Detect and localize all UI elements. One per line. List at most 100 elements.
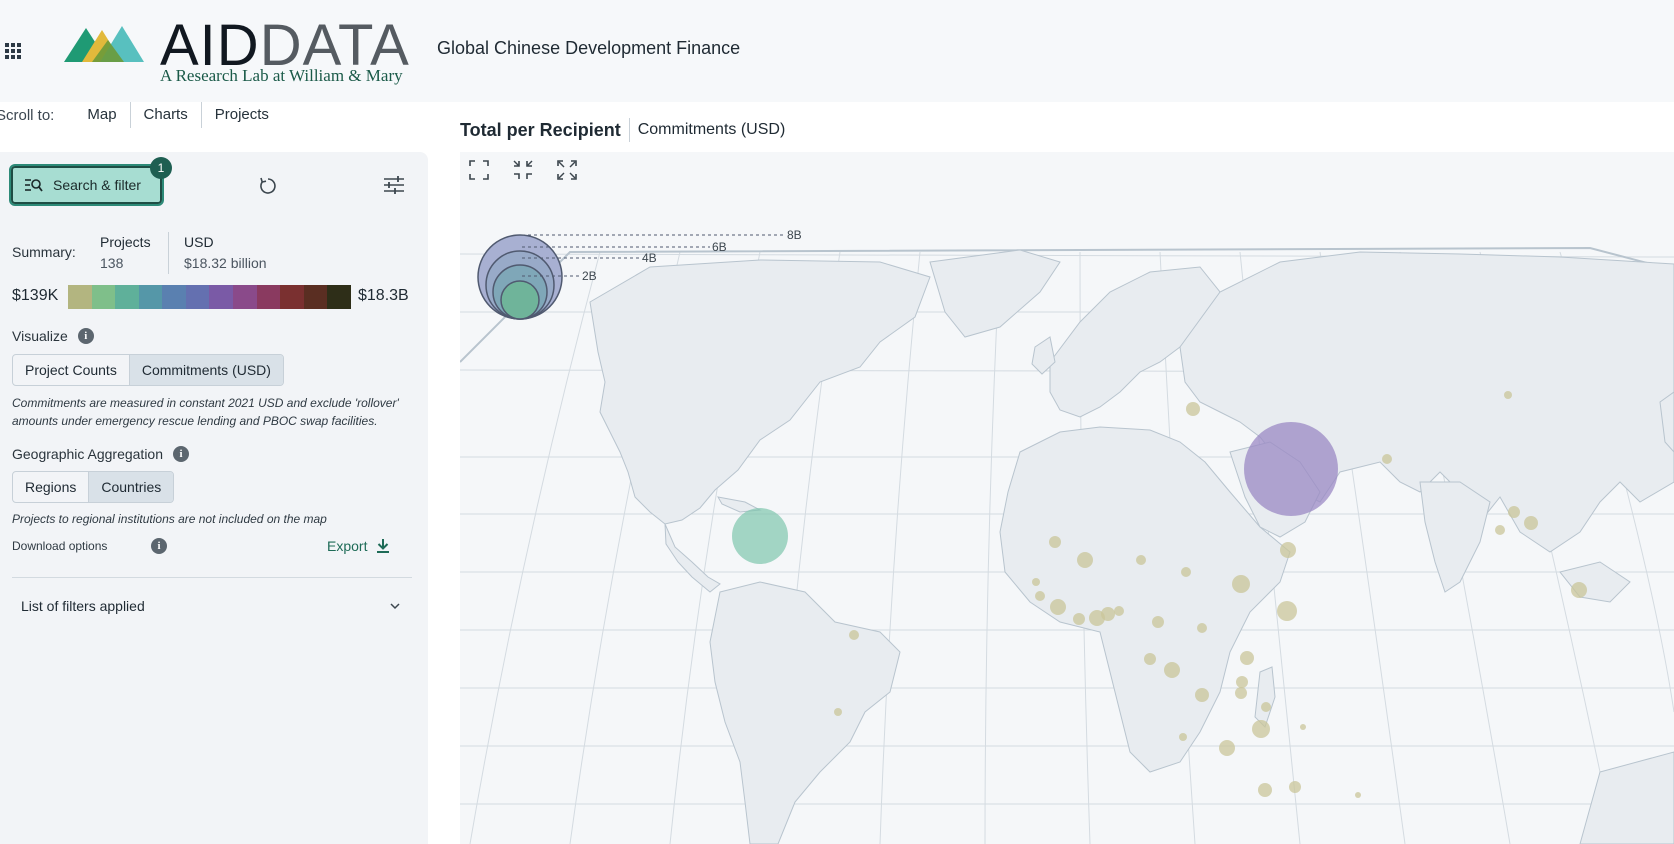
country-bubble[interactable] [1032,578,1040,586]
chevron-down-icon [390,603,400,610]
country-bubble[interactable] [1181,567,1191,577]
country-bubble[interactable] [1258,783,1272,797]
usd-header: USD [184,234,214,250]
scale-swatch [162,285,186,309]
country-bubble[interactable] [1280,542,1296,558]
country-bubble[interactable] [1244,422,1338,516]
legend-circle-2b [500,280,540,320]
info-icon[interactable]: i [173,446,189,462]
info-icon[interactable]: i [151,538,167,554]
scale-swatch [256,285,281,309]
search-filter-button[interactable]: Search & filter [9,164,164,206]
scale-swatch [327,285,351,309]
visualize-label-text: Visualize [12,328,68,344]
world-map[interactable]: 8B 6B 4B 2B [460,152,1674,844]
scale-swatch [91,285,116,309]
country-bubble[interactable] [1049,536,1061,548]
country-bubble[interactable] [1219,740,1235,756]
color-scale-legend [68,285,351,309]
countries-option[interactable]: Countries [88,472,174,502]
country-bubble[interactable] [1186,402,1200,416]
legend-label-6b: 6B [712,240,727,254]
scroll-link-projects[interactable]: Projects [202,102,282,128]
country-bubble[interactable] [1050,599,1066,615]
country-bubble[interactable] [1179,733,1187,741]
country-bubble[interactable] [1073,613,1085,625]
map-canvas[interactable]: 8B 6B 4B 2B [460,152,1674,844]
country-bubble[interactable] [1144,653,1156,665]
country-bubble[interactable] [1524,516,1538,530]
country-bubble[interactable] [1508,506,1520,518]
country-bubble[interactable] [1382,454,1392,464]
country-bubble[interactable] [1504,391,1512,399]
country-bubble[interactable] [1195,688,1209,702]
country-bubble[interactable] [1289,781,1301,793]
app-title: Global Chinese Development Finance [437,38,741,58]
download-icon [377,539,390,553]
scale-swatch [68,285,92,309]
country-bubble[interactable] [1252,720,1270,738]
scroll-to-nav: Scroll to: Map Charts Projects [0,102,282,128]
country-bubble[interactable] [834,708,842,716]
map-metric: Commitments (USD) [628,118,785,142]
country-bubble[interactable] [1235,687,1247,699]
settings-sliders-icon[interactable] [384,176,404,194]
country-bubble[interactable] [1101,607,1115,621]
land-madagascar [1254,666,1276,728]
country-bubble[interactable] [1232,575,1250,593]
country-bubble[interactable] [849,630,859,640]
export-button[interactable]: Export [327,538,390,554]
scale-swatch [115,285,139,309]
country-bubble[interactable] [1197,623,1207,633]
fit-view-icon[interactable] [468,159,490,181]
filters-applied-dropdown[interactable]: List of filters applied [21,598,401,614]
scale-swatch [138,285,163,309]
country-bubble[interactable] [1240,651,1254,665]
reset-icon[interactable] [258,176,278,196]
country-bubble[interactable] [1355,792,1361,798]
summary-label: Summary: [12,244,76,260]
visualize-toggle: Project Counts Commitments (USD) [12,354,284,386]
country-bubble[interactable] [1236,676,1248,688]
project-counts-option[interactable]: Project Counts [13,355,129,385]
search-filter-label: Search & filter [53,177,141,193]
filter-count-badge: 1 [150,157,172,179]
land-greenland [929,249,1061,338]
country-bubble[interactable] [1152,616,1164,628]
scroll-link-map[interactable]: Map [74,102,131,128]
regional-note: Projects to regional institutions are no… [12,512,327,526]
country-bubble[interactable] [1300,724,1306,730]
usd-total: $18.32 billion [184,255,267,271]
zoom-out-icon[interactable] [512,159,534,181]
land-central-america [664,523,721,593]
country-bubble[interactable] [1114,606,1124,616]
land-india [1419,481,1491,593]
summary-projects: Projects 138 [100,232,151,274]
summary-divider [168,232,169,274]
country-bubble[interactable] [1164,662,1180,678]
legend-label-2b: 2B [582,269,597,283]
land-australia [1579,751,1674,844]
info-icon[interactable]: i [77,328,94,344]
scale-max-label: $18.3B [358,287,409,304]
land-north-america [589,259,931,525]
regions-option[interactable]: Regions [13,472,88,502]
country-bubble[interactable] [1571,582,1587,598]
projects-count: 138 [100,255,124,271]
aiddata-logo[interactable]: AIDDATA A Research Lab at William & Mary [64,16,409,86]
country-bubble[interactable] [1277,601,1297,621]
search-filter-icon [25,179,43,192]
apps-grid-icon[interactable] [5,43,23,59]
filter-sidebar: Search & filter 1 Summary: Projects 138 … [0,152,428,844]
scroll-link-charts[interactable]: Charts [131,102,202,128]
scale-swatch [185,285,210,309]
country-bubble[interactable] [1136,555,1146,565]
fullscreen-icon[interactable] [556,159,578,181]
country-bubble[interactable] [1261,702,1271,712]
commitments-usd-option[interactable]: Commitments (USD) [128,355,283,385]
country-bubble[interactable] [1035,591,1045,601]
country-bubble[interactable] [732,508,788,564]
country-bubble[interactable] [1077,552,1093,568]
land-se-asia [1559,561,1631,603]
country-bubble[interactable] [1495,525,1505,535]
